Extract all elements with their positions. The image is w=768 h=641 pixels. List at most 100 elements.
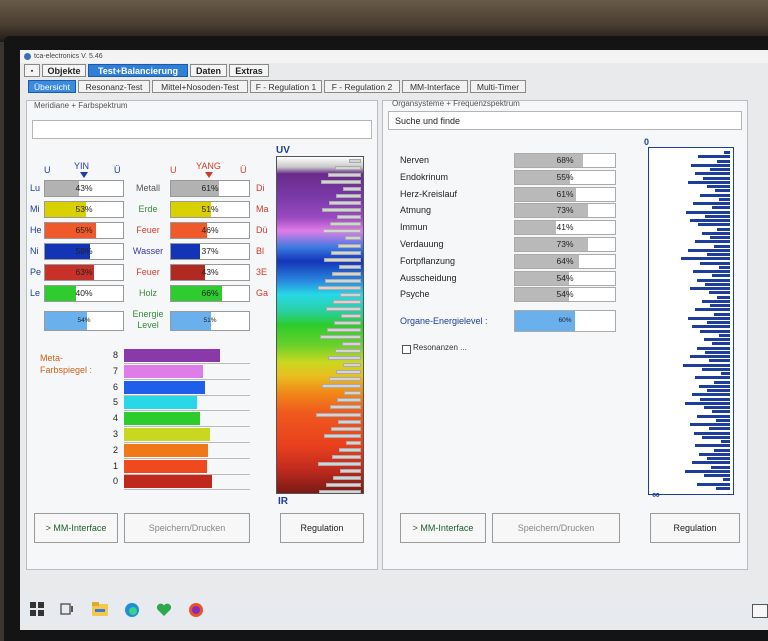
frequency-level-mark (688, 248, 730, 252)
resonanzen-label: Resonanzen ... (413, 343, 467, 352)
right-regulation-button[interactable]: Regulation (650, 513, 740, 543)
system-menu-icon[interactable]: ▪ (24, 64, 40, 77)
yin-meter: 58% (44, 243, 124, 260)
spectrum-level-mark (326, 306, 361, 311)
frequency-level-mark (723, 478, 730, 482)
right-save-print-button[interactable]: Speichern/Drucken (492, 513, 620, 543)
tab-test-balancierung[interactable]: Test+Balancierung (88, 64, 188, 77)
frequency-level-mark (692, 325, 730, 329)
frequency-level-mark (709, 427, 730, 431)
element-label: Wasser (132, 246, 164, 256)
subtab-f-regulation-1[interactable]: F - Regulation 1 (250, 80, 322, 93)
yin-meter: 53% (44, 201, 124, 218)
organ-meter: 64% (514, 253, 616, 269)
organ-meter-pct: 73% (556, 239, 574, 249)
energy-label-1: Energie (132, 309, 164, 319)
meta-level-bar (124, 475, 213, 489)
spectrum-level-mark (336, 370, 361, 375)
frequency-level-mark (695, 240, 730, 244)
app-logo-icon (24, 53, 31, 60)
organ-meter-pct: 73% (556, 205, 574, 216)
spectrum-level-mark (318, 285, 361, 290)
frequency-level-mark (698, 155, 730, 159)
yin-meter-pct: 53% (75, 204, 93, 214)
task-view-icon[interactable] (60, 602, 76, 618)
right-mm-interface-button[interactable]: > MM-Interface (400, 513, 486, 543)
frequency-zero-label: 0 (644, 137, 650, 147)
windows-start-icon[interactable] (30, 602, 46, 618)
yang-meter-pct: 37% (201, 246, 219, 256)
frequency-level-mark (707, 185, 730, 188)
subtab-multi-timer[interactable]: Multi-Timer (470, 80, 526, 93)
frequency-level-mark (707, 389, 730, 392)
edge-browser-icon[interactable] (124, 602, 140, 618)
spectrum-level-mark (340, 468, 361, 473)
meridian-yin-name: Le (30, 288, 41, 298)
frequency-level-mark (719, 265, 730, 269)
meta-level-bar (124, 428, 210, 441)
tab-extras[interactable]: Extras (229, 64, 269, 77)
meridian-search-input[interactable] (32, 120, 372, 139)
element-label: Metall (135, 183, 160, 193)
frequency-level-mark (711, 465, 730, 469)
frequency-level-mark (691, 163, 730, 167)
spectrum-uv-label: UV (276, 145, 290, 156)
meridian-yang-name: Ma (256, 204, 269, 214)
yin-marker-icon (80, 172, 88, 178)
frequency-level-mark (714, 380, 730, 384)
frequency-level-mark (692, 461, 730, 465)
organ-search-input[interactable]: Suche und finde (388, 111, 742, 130)
left-save-print-button[interactable]: Speichern/Drucken (124, 513, 250, 543)
spectrum-level-mark (338, 419, 361, 424)
element-label: Feuer (136, 225, 160, 235)
spectrum-level-mark (318, 461, 361, 466)
energy-yang-pct: 51% (203, 317, 217, 324)
subtab-uebersicht[interactable]: Übersicht (28, 80, 76, 93)
frequency-level-mark (707, 457, 730, 460)
frequency-level-mark (694, 431, 730, 435)
yang-meter-pct: 51% (201, 204, 219, 214)
meridian-yin-name: Ni (30, 246, 39, 256)
left-regulation-button[interactable]: Regulation (280, 513, 364, 543)
frequency-level-mark (690, 423, 730, 426)
subtab-mittel-nosoden-test[interactable]: Mittel+Nosoden-Test (152, 80, 248, 93)
yin-meter: 40% (44, 285, 124, 302)
tab-daten[interactable]: Daten (190, 64, 227, 77)
resonanzen-checkbox[interactable] (402, 345, 411, 354)
subtab-f-regulation-2[interactable]: F - Regulation 2 (324, 80, 400, 93)
yin-meter-pct: 40% (75, 288, 93, 298)
meta-level-number: 0 (112, 476, 118, 487)
frequency-level-mark (692, 393, 730, 397)
spectrum-level-mark (341, 313, 361, 318)
left-mm-interface-button[interactable]: > MM-Interface (34, 513, 118, 543)
spectrum-level-mark (319, 489, 361, 493)
spectrum-level-mark (335, 349, 361, 354)
frequency-level-mark (686, 210, 730, 214)
spectrum-level-mark (344, 391, 361, 396)
firefox-icon[interactable] (188, 602, 204, 618)
tab-objekte[interactable]: Objekte (42, 64, 86, 77)
energy-level-yang-bar: 51% (170, 311, 250, 331)
frequency-level-mark (714, 312, 730, 316)
frequency-level-mark (700, 397, 730, 401)
organ-meter-pct: 55% (556, 171, 574, 182)
frequency-level-mark (724, 151, 730, 154)
frequency-level-mark (712, 274, 730, 278)
frequency-level-mark (702, 231, 730, 235)
yin-meter-pct: 65% (75, 225, 93, 235)
frequency-level-mark (697, 346, 730, 350)
subtab-resonanz-test[interactable]: Resonanz-Test (78, 80, 150, 93)
frequency-level-mark (699, 384, 730, 388)
organ-meter-pct: 64% (556, 255, 574, 266)
subtab-mm-interface[interactable]: MM-Interface (402, 80, 468, 93)
keyboard-layout-icon[interactable] (752, 604, 768, 618)
spectrum-level-mark (328, 356, 361, 361)
frequency-level-mark (709, 291, 730, 295)
frequency-level-mark (695, 444, 730, 448)
spectrum-level-mark (330, 222, 361, 227)
frequency-level-mark (721, 372, 730, 375)
element-label: Erde (138, 204, 158, 214)
file-explorer-icon[interactable] (92, 602, 108, 618)
green-heart-app-icon[interactable] (156, 602, 172, 618)
frequency-level-mark (685, 401, 730, 405)
